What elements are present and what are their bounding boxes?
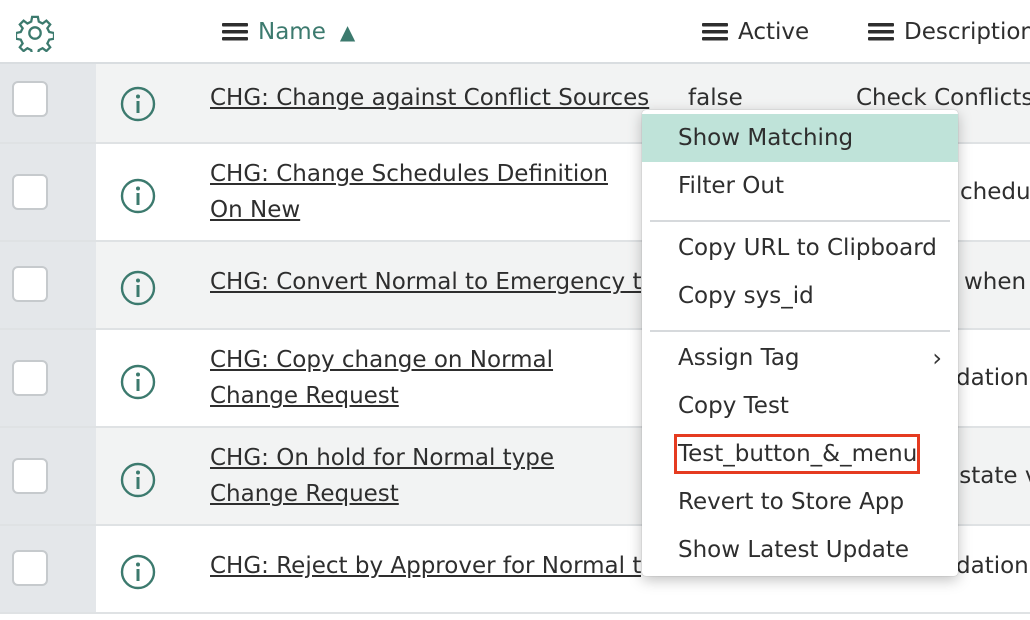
menu-item-copy-url[interactable]: Copy URL to Clipboard (642, 224, 958, 272)
menu-item-show-matching[interactable]: Show Matching (642, 114, 958, 162)
chevron-right-icon: › (932, 344, 942, 372)
column-menu-icon[interactable] (222, 23, 248, 41)
row-checkbox[interactable] (12, 458, 48, 494)
column-header-description[interactable]: Description (868, 14, 1030, 50)
list-header: Name ▲ Active Description (0, 0, 1030, 64)
menu-item-test-button-menu[interactable]: Test_button_&_menu (642, 430, 958, 478)
menu-divider (650, 330, 950, 332)
column-header-label[interactable]: Active (738, 19, 809, 45)
info-icon[interactable] (120, 554, 156, 590)
row-checkbox[interactable] (12, 174, 48, 210)
column-header-active[interactable]: Active (702, 14, 809, 50)
description-value: when (964, 269, 1027, 295)
record-name-link[interactable]: CHG: Change against Conflict Sources (210, 80, 650, 116)
menu-item-show-latest-update[interactable]: Show Latest Update (642, 526, 958, 574)
record-name-link[interactable]: CHG: Reject by Approver for Normal type (210, 548, 642, 584)
info-icon[interactable] (120, 270, 156, 306)
row-checkbox[interactable] (12, 266, 48, 302)
info-icon[interactable] (120, 178, 156, 214)
row-checkbox[interactable] (12, 360, 48, 396)
description-value: chedu (960, 179, 1030, 205)
info-icon[interactable] (120, 86, 156, 122)
record-name-link[interactable]: CHG: On hold for Normal type Change Requ… (210, 440, 630, 512)
menu-item-copy-test[interactable]: Copy Test (642, 382, 958, 430)
record-name-link[interactable]: CHG: Change Schedules Definition On New (210, 156, 630, 228)
menu-divider (650, 220, 950, 222)
row-checkbox[interactable] (12, 550, 48, 586)
menu-item-copy-sys-id[interactable]: Copy sys_id (642, 272, 958, 320)
menu-item-revert-to-store-app[interactable]: Revert to Store App (642, 478, 958, 526)
column-header-label[interactable]: Name (258, 19, 326, 45)
column-menu-icon[interactable] (868, 23, 894, 41)
column-menu-icon[interactable] (702, 23, 728, 41)
info-icon[interactable] (120, 462, 156, 498)
row-checkbox[interactable] (12, 81, 48, 117)
column-header-label[interactable]: Description (904, 19, 1030, 45)
info-icon[interactable] (120, 364, 156, 400)
context-menu: Show Matching Filter Out Copy URL to Cli… (642, 110, 958, 576)
menu-item-assign-tag[interactable]: Assign Tag › (642, 334, 958, 382)
menu-item-filter-out[interactable]: Filter Out (642, 162, 958, 210)
column-header-name[interactable]: Name ▲ (222, 14, 355, 50)
menu-item-label: Assign Tag (678, 345, 800, 371)
gear-icon[interactable] (16, 14, 54, 52)
sort-ascending-icon[interactable]: ▲ (340, 20, 355, 44)
record-name-link[interactable]: CHG: Convert Normal to Emergency type (210, 264, 642, 300)
description-value: dation (956, 553, 1029, 579)
record-name-link[interactable]: CHG: Copy change on Normal Change Reques… (210, 342, 630, 414)
description-value: dation (956, 365, 1029, 391)
